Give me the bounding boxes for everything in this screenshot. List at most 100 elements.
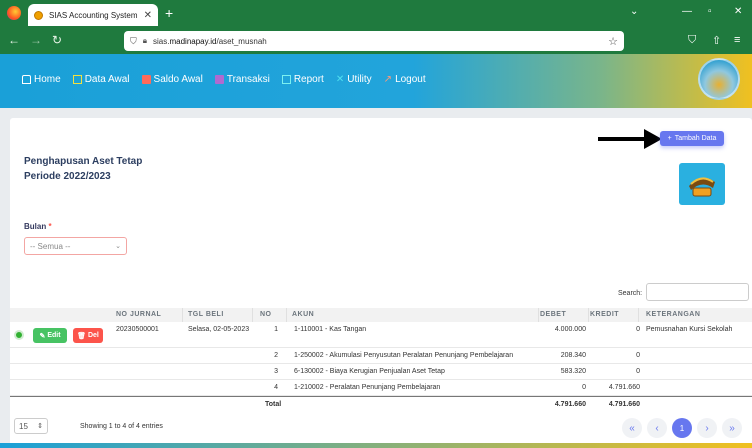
cell-akun: 1-110001 - Kas Tangan <box>294 326 367 333</box>
total-kredit: 4.791.660 <box>608 401 640 408</box>
url-text[interactable]: sias.madinapay.id/aset_musnah <box>153 37 602 46</box>
col-akun[interactable]: AKUN <box>292 311 314 318</box>
cell-no-jurnal: 20230500001 <box>116 326 159 333</box>
trash-icon: 🗑︎ <box>77 332 86 340</box>
last-page-button[interactable]: » <box>722 418 742 438</box>
col-divider <box>252 308 253 322</box>
col-divider <box>538 308 539 322</box>
col-divider <box>286 308 287 322</box>
add-data-button[interactable]: + Tambah Data <box>660 131 724 146</box>
cell-debet: 0 <box>582 384 586 391</box>
pocket-icon[interactable]: ⛉ <box>688 34 696 47</box>
app-header: Home Data Awal Saldo Awal Transaksi Repo… <box>0 54 752 108</box>
prev-page-button[interactable]: ‹ <box>647 418 667 438</box>
new-tab-button[interactable]: + <box>165 5 173 21</box>
browser-tab-bar: SIAS Accounting System ✕ + ⌄ — ▫ ✕ <box>0 0 752 28</box>
expand-row-icon[interactable] <box>14 330 24 340</box>
cell-kredit: 0 <box>636 326 640 333</box>
bookmark-star-icon[interactable]: ☆ <box>608 35 618 48</box>
cell-akun: 1-210002 - Peralatan Penunjang Pembelaja… <box>294 384 441 391</box>
table-row: ✎ Edit 🗑︎ Del 20230500001 Selasa, 02-05-20… <box>10 322 752 348</box>
col-no-jurnal[interactable]: NO JURNAL <box>116 311 161 318</box>
firefox-logo-icon <box>7 6 21 20</box>
tab-title: SIAS Accounting System <box>49 10 138 20</box>
table-total-row: Total 4.791.660 4.791.660 <box>10 396 752 410</box>
updown-icon: ⇕ <box>37 423 43 430</box>
menu-utility[interactable]: ✕ Utility <box>336 74 372 85</box>
cell-debet: 4.000.000 <box>554 326 586 333</box>
address-bar[interactable]: ⛉ 🔒︎ sias.madinapay.id/aset_musnah ☆ <box>124 31 624 51</box>
table-row: 2 1-250002 - Akumulasi Penyusutan Perala… <box>10 348 752 364</box>
plus-icon: + <box>667 135 672 142</box>
table-header: NO JURNAL TGL BELI NO AKUN DEBET KREDIT … <box>10 308 752 322</box>
annotation-arrow-icon <box>598 129 662 149</box>
extensions-icon[interactable]: ⇧ <box>712 34 721 47</box>
menu-saldo-awal[interactable]: Saldo Awal <box>141 74 203 85</box>
asset-disposal-illustration <box>679 163 725 205</box>
transaction-icon <box>214 75 224 84</box>
report-icon <box>281 75 291 84</box>
lock-icon[interactable]: 🔒︎ <box>143 36 147 46</box>
cell-tgl-beli: Selasa, 02-05-2023 <box>188 326 250 333</box>
main-card: Penghapusan Aset Tetap Periode 2022/2023… <box>10 118 752 448</box>
cell-akun: 6-130002 - Biaya Kerugian Penjualan Aset… <box>294 368 445 375</box>
total-label: Total <box>265 401 282 408</box>
page-size-select[interactable]: 15 ⇕ <box>14 418 48 434</box>
edit-button[interactable]: ✎ Edit <box>33 328 67 343</box>
menu-hamburger-icon[interactable]: ≡ <box>734 34 740 46</box>
col-kredit[interactable]: KREDIT <box>590 311 619 318</box>
forward-arrow-icon[interactable]: → <box>30 33 42 47</box>
logout-icon: ↗ <box>383 74 393 85</box>
table-row: 4 1-210002 - Peralatan Penunjang Pembela… <box>10 380 752 396</box>
minimize-button[interactable]: — <box>682 6 692 17</box>
col-divider <box>588 308 589 322</box>
trash-truck-icon <box>689 177 715 197</box>
browser-tab[interactable]: SIAS Accounting System ✕ <box>28 4 158 26</box>
bottom-strip <box>0 443 752 448</box>
menu-data-awal[interactable]: Data Awal <box>72 74 130 85</box>
month-select[interactable]: -- Semua -- ⌄ <box>24 237 127 255</box>
table-row: 3 6-130002 - Biaya Kerugian Penjualan As… <box>10 364 752 380</box>
page-1-button[interactable]: 1 <box>672 418 692 438</box>
first-page-button[interactable]: « <box>622 418 642 438</box>
monitor-icon <box>72 75 82 84</box>
cell-kredit: 0 <box>636 368 640 375</box>
col-debet[interactable]: DEBET <box>540 311 566 318</box>
browser-nav-bar: ← → ↻ ⛉ 🔒︎ sias.madinapay.id/aset_musnah… <box>0 28 752 54</box>
menu-report[interactable]: Report <box>281 74 324 85</box>
col-keterangan[interactable]: KETERANGAN <box>646 311 700 318</box>
cell-kredit: 4.791.660 <box>608 384 640 391</box>
tab-close-icon[interactable]: ✕ <box>144 10 152 21</box>
next-page-button[interactable]: › <box>697 418 717 438</box>
pencil-icon: ✎ <box>39 332 46 340</box>
menu-transaksi[interactable]: Transaksi <box>214 74 270 85</box>
reload-icon[interactable]: ↻ <box>52 33 62 47</box>
close-window-button[interactable]: ✕ <box>734 6 742 17</box>
cell-no: 4 <box>274 384 278 391</box>
col-no[interactable]: NO <box>260 311 272 318</box>
site-favicon-icon <box>34 10 43 20</box>
school-logo-avatar[interactable] <box>698 58 740 100</box>
month-filter-label: Bulan * <box>24 222 52 231</box>
menu-home[interactable]: Home <box>22 74 61 85</box>
page-title: Penghapusan Aset Tetap Periode 2022/2023 <box>24 156 143 182</box>
search-input[interactable] <box>646 283 749 301</box>
tab-list-icon[interactable]: ⌄ <box>630 6 638 17</box>
col-tgl-beli[interactable]: TGL BELI <box>188 311 224 318</box>
tools-icon: ✕ <box>335 74 345 85</box>
col-divider <box>638 308 639 322</box>
menu-logout[interactable]: ↗ Logout <box>384 74 426 85</box>
cell-no: 2 <box>274 352 278 359</box>
cell-kredit: 0 <box>636 352 640 359</box>
entries-info: Showing 1 to 4 of 4 entries <box>80 423 163 430</box>
shield-icon[interactable]: ⛉ <box>130 36 137 47</box>
cell-debet: 583.320 <box>560 368 586 375</box>
total-debet: 4.791.660 <box>554 401 586 408</box>
cell-akun: 1-250002 - Akumulasi Penyusutan Peralata… <box>294 352 514 359</box>
delete-button[interactable]: 🗑︎ Del <box>73 328 103 343</box>
back-arrow-icon[interactable]: ← <box>8 33 20 47</box>
chevron-down-icon: ⌄ <box>115 243 121 250</box>
search-label: Search: <box>618 290 643 297</box>
maximize-button[interactable]: ▫ <box>708 6 712 17</box>
home-icon <box>22 75 31 84</box>
